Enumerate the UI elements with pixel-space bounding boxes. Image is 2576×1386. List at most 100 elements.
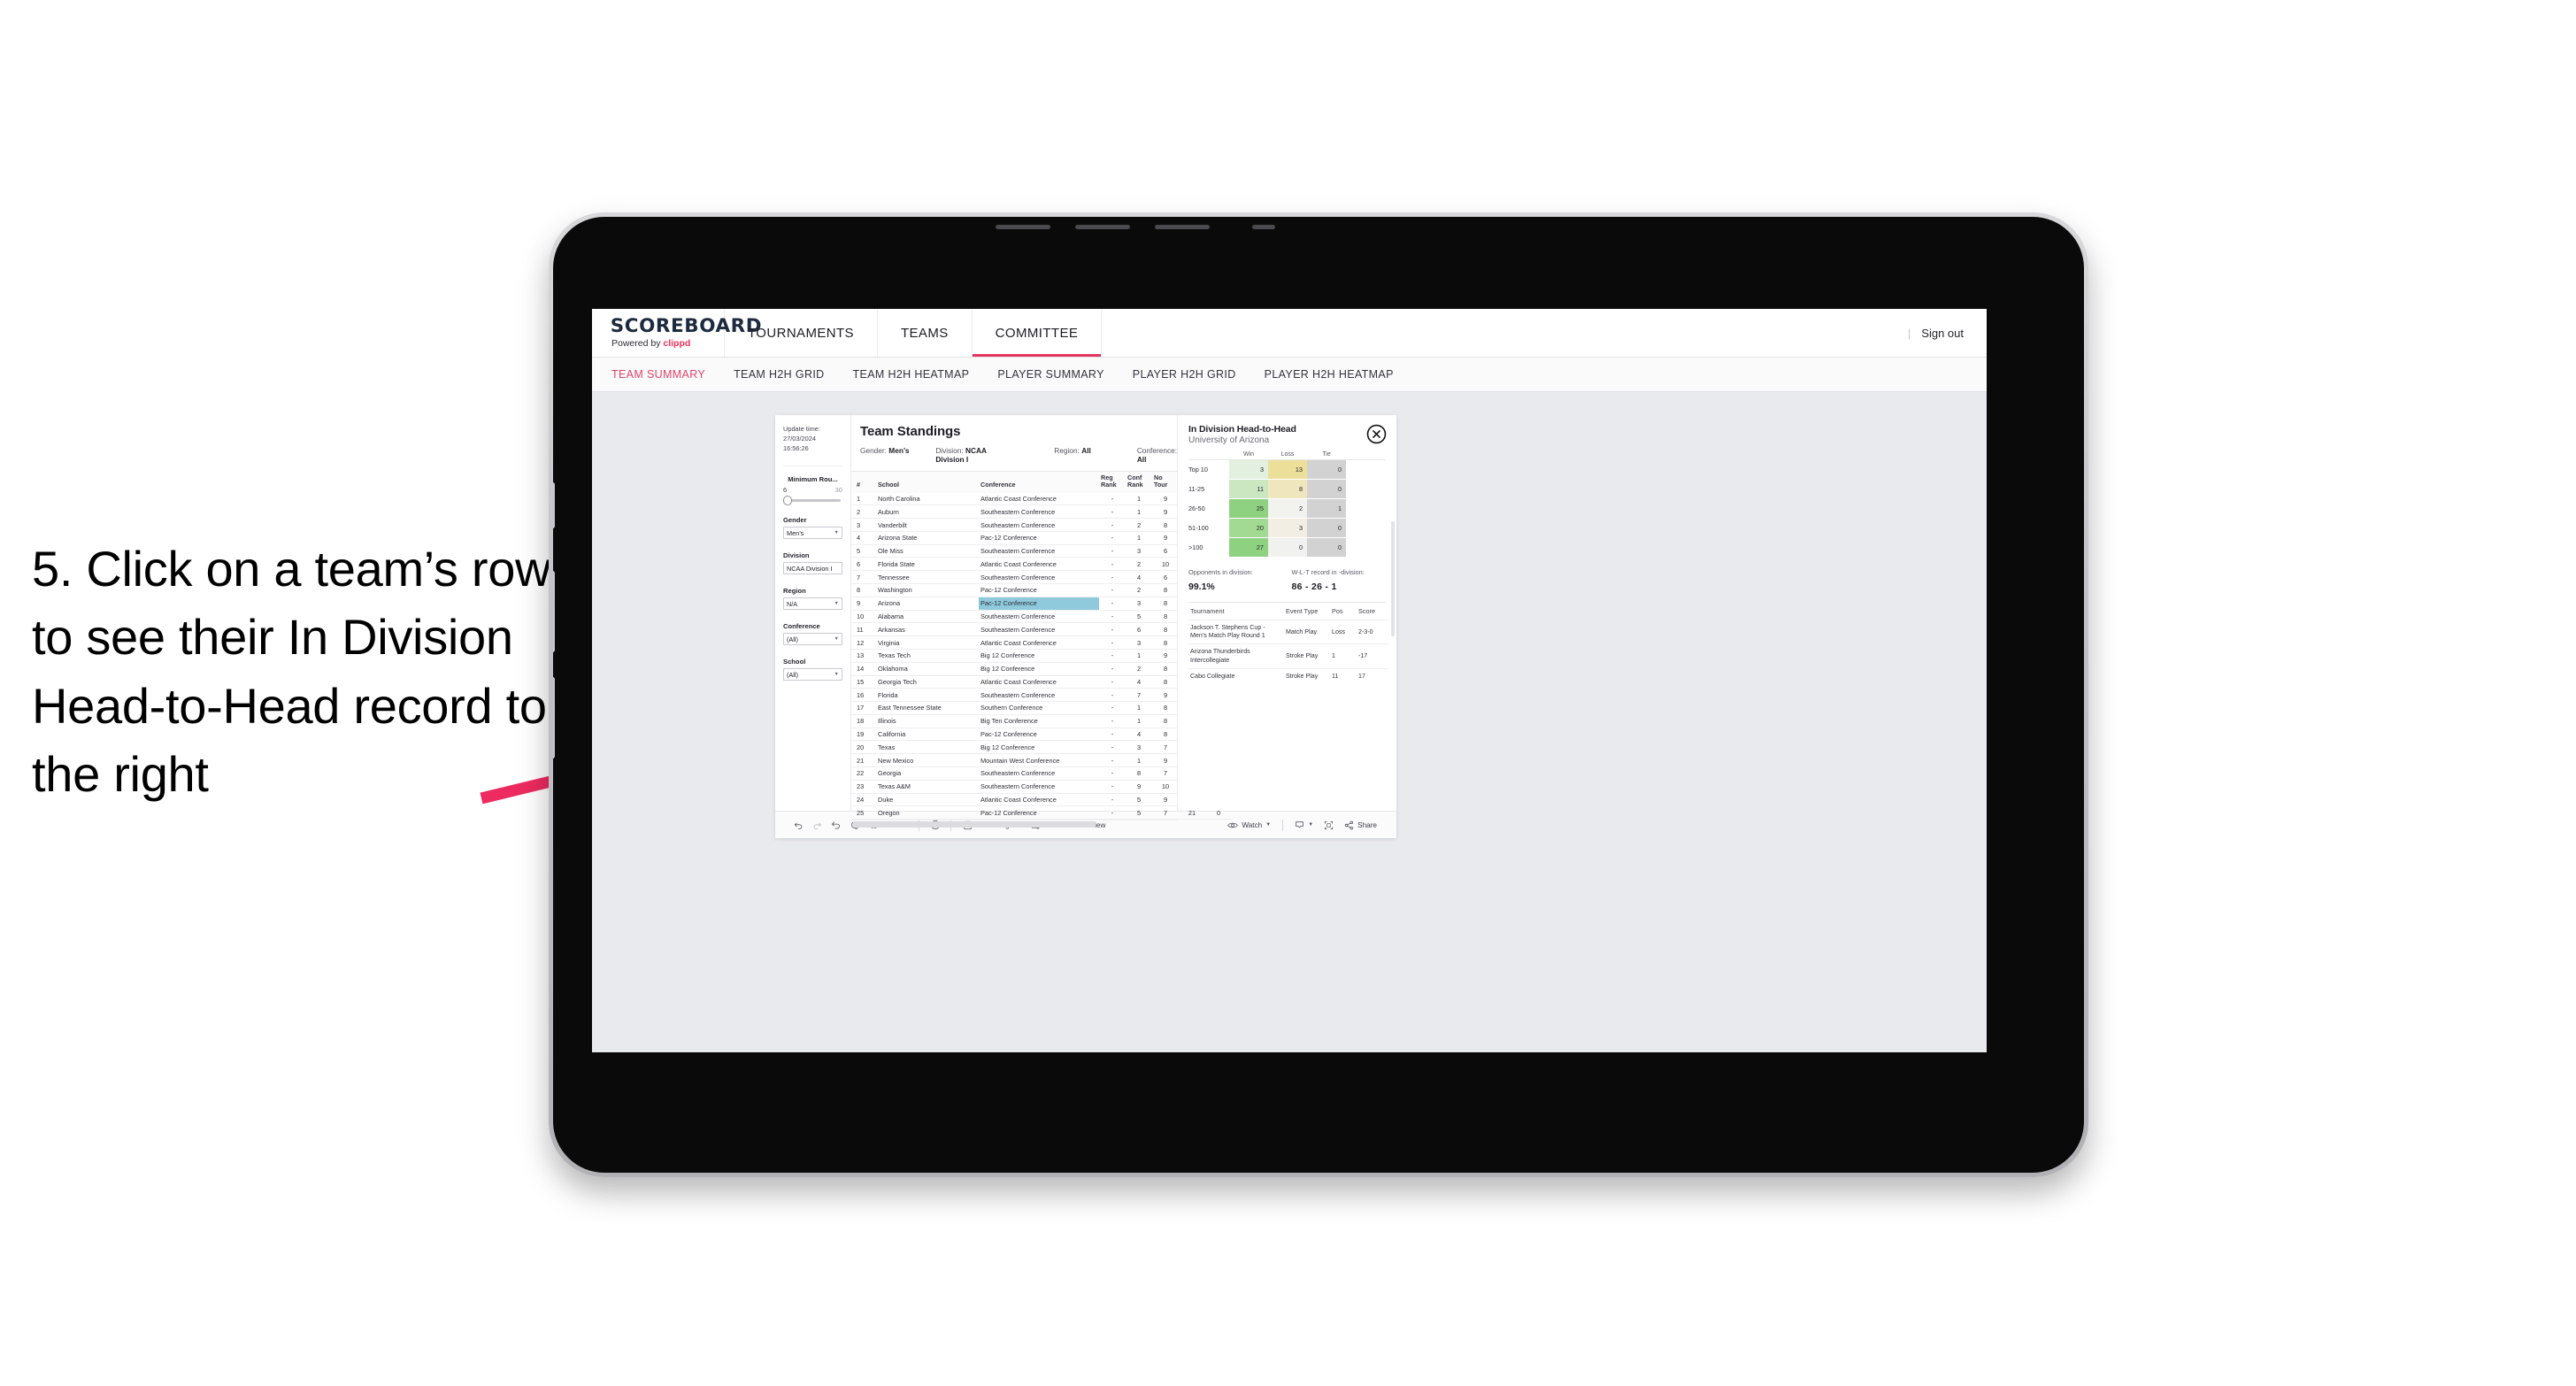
cell-rank: 11 — [851, 622, 876, 637]
redo-icon[interactable] — [808, 820, 827, 830]
division-select[interactable]: NCAA Division I — [783, 562, 842, 575]
col-pos[interactable]: Pos — [1330, 603, 1357, 620]
share-button[interactable]: Share — [1339, 820, 1382, 830]
table-row[interactable]: 9ArizonaPac-12 Conference-38232 — [851, 597, 1232, 611]
table-row[interactable]: 4Arizona StatePac-12 Conference-19261 — [851, 531, 1232, 545]
fullscreen-button[interactable] — [1319, 820, 1339, 830]
power-button[interactable] — [553, 482, 555, 528]
vertical-scrollbar[interactable] — [1391, 521, 1395, 636]
col-tournament[interactable]: Tournament — [1188, 603, 1284, 620]
conference-select[interactable]: (All) ▼ — [783, 633, 842, 646]
cell-conference: Big 12 Conference — [979, 740, 1099, 755]
col-event-type[interactable]: Event Type — [1284, 603, 1330, 620]
heatmap-cell-tie[interactable]: 0 — [1307, 460, 1346, 479]
divider: | — [1907, 326, 1911, 340]
slider-handle[interactable] — [783, 496, 792, 506]
heatmap-cell-loss[interactable]: 0 — [1268, 538, 1307, 557]
cell-school: Texas Tech — [876, 649, 979, 663]
event-row[interactable]: Jackson T. Stephens Cup - Men’s Match Pl… — [1188, 619, 1388, 644]
toolbar-right-group: Watch ▼ ▼ Share — [1222, 819, 1382, 831]
table-row[interactable]: 24DukeAtlantic Coast Conference-59271 — [851, 793, 1232, 807]
col-school[interactable]: School — [876, 472, 979, 493]
meta-gender-value: Men’s — [888, 446, 910, 455]
sub-tab-player-summary[interactable]: PLAYER SUMMARY — [983, 368, 1118, 381]
sub-navigation-bar: TEAM SUMMARY TEAM H2H GRID TEAM H2H HEAT… — [592, 358, 1987, 392]
col-score[interactable]: Score — [1357, 603, 1388, 620]
volume-down-button[interactable] — [553, 677, 555, 758]
heatmap-cell-tie[interactable]: 0 — [1307, 538, 1346, 557]
sub-tab-team-h2h-heatmap[interactable]: TEAM H2H HEATMAP — [839, 368, 984, 381]
table-row[interactable]: 12VirginiaAtlantic Coast Conference-3824… — [851, 635, 1232, 650]
cell-conference: Southeastern Conference — [979, 504, 1099, 520]
table-row[interactable]: 1 North Carolina Atlantic Coast Conference… — [851, 492, 1232, 506]
revert-icon[interactable] — [827, 820, 845, 830]
table-row[interactable]: 17 East Tennessee State Southern Conferenc… — [851, 701, 1232, 715]
brand-logo[interactable]: SCOREBOARD Powered by clippd — [592, 309, 762, 357]
gender-select[interactable]: Men’s ▼ — [783, 527, 842, 540]
nav-tab-committee[interactable]: COMMITTEE — [972, 309, 1103, 357]
cell-reg-rank: - — [1099, 662, 1126, 676]
heatmap-cell-win[interactable]: 3 — [1229, 460, 1268, 479]
region-select[interactable]: N/A ▼ — [783, 597, 842, 611]
sub-tab-team-summary[interactable]: TEAM SUMMARY — [611, 368, 719, 381]
cell-conference: Mountain West Conference — [979, 753, 1099, 767]
watch-button[interactable]: Watch ▼ — [1222, 820, 1276, 830]
sub-tab-player-h2h-grid[interactable]: PLAYER H2H GRID — [1119, 368, 1250, 381]
table-row[interactable]: 2AuburnSoutheastern Conference-19276 — [851, 504, 1232, 520]
scrollbar-thumb[interactable] — [853, 821, 1096, 828]
event-row[interactable]: Cabo Collegiate Stroke Play 11 17 — [1188, 667, 1388, 685]
heatmap-cell-loss[interactable]: 13 — [1268, 460, 1307, 479]
undo-icon[interactable] — [789, 820, 808, 830]
table-row[interactable]: 14OklahomaBig 12 Conference-28242 — [851, 662, 1232, 676]
sign-out-link[interactable]: Sign out — [1921, 327, 1964, 340]
table-row[interactable]: 20TexasBig 12 Conference-37200 — [851, 740, 1232, 755]
table-row[interactable]: 19CaliforniaPac-12 Conference-48242 — [851, 728, 1232, 742]
table-row[interactable]: 5Ole MissSoutheastern Conference-36181 — [851, 544, 1232, 558]
table-row[interactable]: 16FloridaSoutheastern Conference-79244 — [851, 688, 1232, 703]
event-row[interactable]: Arizona Thunderbirds Intercollegiate Stro… — [1188, 643, 1388, 669]
close-circle-icon[interactable] — [1366, 424, 1387, 444]
cell-school: North Carolina — [876, 492, 979, 506]
cell-rank: 18 — [851, 714, 876, 728]
table-row[interactable]: 18IllinoisBig Ten Conference-18233 — [851, 714, 1232, 728]
volume-up-button[interactable] — [553, 571, 555, 652]
events-table-head: Tournament Event Type Pos Score — [1188, 603, 1388, 620]
heatmap-cell-loss[interactable]: 2 — [1268, 499, 1307, 518]
nav-tab-teams[interactable]: TEAMS — [878, 309, 973, 357]
col-no-tour[interactable]: No Tour — [1152, 472, 1179, 493]
table-row[interactable]: 22GeorgiaSoutheastern Conference-87211 — [851, 766, 1232, 781]
sub-tab-team-h2h-grid[interactable]: TEAM H2H GRID — [719, 368, 838, 381]
table-row[interactable]: 21New MexicoMountain West Conference-192… — [851, 753, 1232, 767]
heatmap-cell-win[interactable]: 11 — [1229, 480, 1268, 498]
cell-no-tour: 9 — [1152, 649, 1179, 663]
school-select[interactable]: (All) ▼ — [783, 668, 842, 681]
heatmap-cell-win[interactable]: 25 — [1229, 499, 1268, 518]
table-row[interactable]: 8WashingtonPac-12 Conference-28231 — [851, 583, 1232, 597]
table-row[interactable]: 11ArkansasSoutheastern Conference-68232 — [851, 622, 1232, 637]
table-row[interactable]: 6 Florida State Atlantic Coast Conference -… — [851, 557, 1232, 572]
col-rank[interactable]: # — [851, 472, 876, 493]
heatmap-cell-win[interactable]: 20 — [1229, 519, 1268, 537]
heatmap-cell-tie[interactable]: 0 — [1307, 480, 1346, 498]
table-row[interactable]: 25 Oregon Pac-12 Conference -5 7 21 0 — [851, 805, 1232, 820]
table-row[interactable]: 7TennesseeSoutheastern Conference-46182 — [851, 570, 1232, 585]
heatmap-cell-loss[interactable]: 3 — [1268, 519, 1307, 537]
minimum-rounds-slider[interactable] — [783, 496, 842, 506]
sub-tab-player-h2h-heatmap[interactable]: PLAYER H2H HEATMAP — [1250, 368, 1408, 381]
nav-tab-tournaments[interactable]: TOURNAMENTS — [725, 309, 878, 357]
heatmap-cell-tie[interactable]: 0 — [1307, 519, 1346, 537]
heatmap-cell-tie[interactable]: 1 — [1307, 499, 1346, 518]
cell-conf-rank: 3 — [1126, 740, 1152, 755]
col-reg-rank[interactable]: Reg Rank — [1099, 472, 1126, 493]
cell-reg-rank: - — [1099, 622, 1126, 637]
table-row[interactable]: 23Texas A&MSoutheastern Conference-91030… — [851, 780, 1232, 794]
col-conference[interactable]: Conference — [979, 472, 1099, 493]
heatmap-cell-win[interactable]: 27 — [1229, 538, 1268, 557]
download-button[interactable]: ▼ — [1289, 820, 1319, 830]
table-row[interactable]: 15 Georgia Tech Atlantic Coast Conference -… — [851, 675, 1232, 689]
table-row[interactable]: 3VanderbiltSoutheastern Conference-28235 — [851, 518, 1232, 532]
col-conf-rank[interactable]: Conf Rank — [1126, 472, 1152, 493]
table-row[interactable]: 10AlabamaSoutheastern Conference-58233 — [851, 610, 1232, 624]
heatmap-cell-loss[interactable]: 8 — [1268, 480, 1307, 498]
table-row[interactable]: 13Texas TechBig 12 Conference-19272 — [851, 649, 1232, 663]
